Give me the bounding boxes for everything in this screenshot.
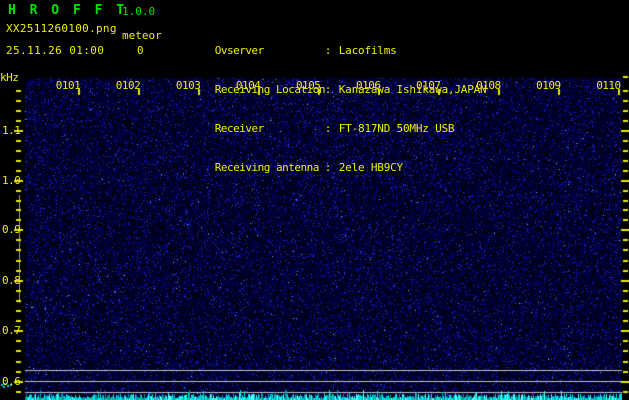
info-separator: :: [325, 122, 339, 135]
time-tick-label: 0103: [175, 79, 201, 92]
time-tick-label: 0108: [475, 79, 501, 92]
info-separator: :: [325, 83, 339, 96]
time-tick-label: 0110: [595, 79, 621, 92]
freq-tick-label: 0.6: [2, 375, 22, 388]
time-tick-label: 0109: [535, 79, 561, 92]
info-label: Receiving antenna: [215, 161, 325, 174]
info-value: Lacofilms: [339, 44, 397, 57]
hrofft-output-image: H R O F F T 1.0.0 XX2511260100.png meteo…: [0, 0, 629, 400]
freq-tick-label: 0.8: [2, 274, 22, 287]
time-tick-label: 0104: [235, 79, 261, 92]
freq-tick-label: 1.1: [2, 124, 22, 137]
freq-tick-label: 1.0: [2, 174, 22, 187]
time-tick-label: 0102: [115, 79, 141, 92]
info-label: Ovserver: [215, 44, 325, 57]
observation-info-block: Ovserver:Lacofilms Receiving Location:Ka…: [178, 5, 486, 187]
time-tick-label: 0107: [415, 79, 441, 92]
info-row-receiver: Receiver:FT-817ND 50MHz USB: [178, 109, 486, 122]
time-tick-label: 0105: [295, 79, 321, 92]
info-value: FT-817ND 50MHz USB: [339, 122, 455, 135]
observation-mode: meteor: [122, 29, 162, 42]
freq-tick-label: 0.9: [2, 223, 22, 236]
info-separator: :: [325, 161, 339, 174]
meteor-count: 0: [137, 44, 144, 57]
info-label: Receiver: [215, 122, 325, 135]
info-row-observer: Ovserver:Lacofilms: [178, 31, 486, 44]
freq-axis-labels: 1.1 1.0 0.9 0.8 0.7 0.6: [0, 0, 39, 152]
time-tick-label: 0101: [55, 79, 81, 92]
time-tick-label: 0106: [355, 79, 381, 92]
info-separator: :: [325, 44, 339, 57]
info-value: 2ele HB9CY: [339, 161, 403, 174]
info-row-antenna: Receiving antenna:2ele HB9CY: [178, 148, 486, 161]
freq-tick-label: 0.7: [2, 324, 22, 337]
app-version: 1.0.0: [122, 5, 155, 18]
